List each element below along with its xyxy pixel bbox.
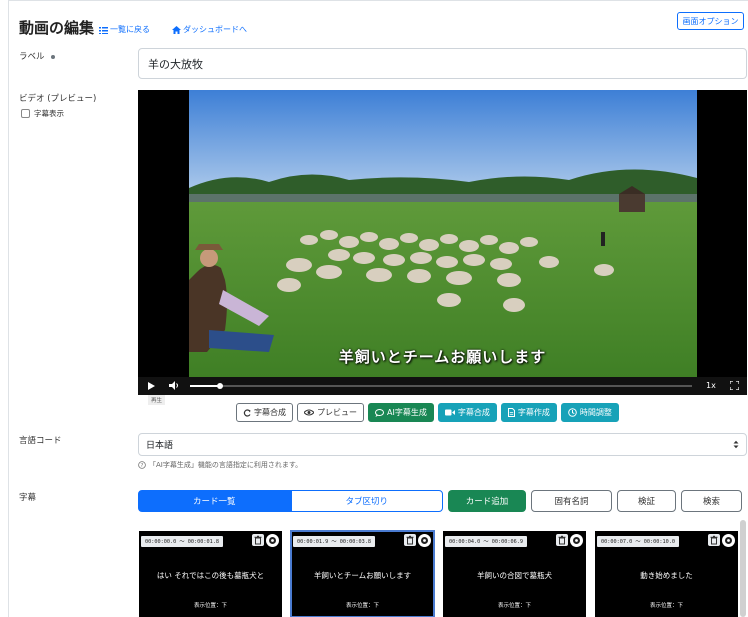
card-position: 表示位置：下 <box>649 603 683 609</box>
time-adjust-button[interactable]: 時間調整 <box>560 403 619 422</box>
trash-icon[interactable] <box>708 534 720 546</box>
subtitle-compose-button[interactable]: 字幕合成 <box>236 403 293 422</box>
language-code-label: 言語コード <box>19 436 62 446</box>
card-subtitle-text: はい それではこの後も墓瓶犬と <box>156 571 265 580</box>
screen-options-button[interactable]: 画面オプション <box>677 12 744 30</box>
verify-button[interactable]: 検証 <box>617 490 676 512</box>
trash-icon[interactable] <box>556 534 568 546</box>
video-camera-icon <box>444 409 455 416</box>
dashboard-link[interactable]: ダッシュボードへ <box>172 24 247 35</box>
fullscreen-icon[interactable] <box>730 381 739 390</box>
preview-button[interactable]: プレビュー <box>297 403 364 422</box>
card-position: 表示位置：下 <box>497 603 531 609</box>
tab-tab-separated[interactable]: タブ区切り <box>290 490 443 512</box>
card-timecode[interactable]: 00:00:04.0 〜 00:00:06.9 <box>445 536 527 547</box>
trash-icon[interactable] <box>252 534 264 546</box>
back-to-list-link[interactable]: 一覧に戻る <box>99 24 150 35</box>
document-icon <box>507 408 515 417</box>
required-dot-icon <box>50 54 55 59</box>
video-subtitle: 羊飼いとチームお願いします <box>338 348 547 366</box>
page-title: 動画の編集 <box>19 19 95 37</box>
language-help-text: ? 「AI字幕生成」機能の言語指定に利用されます。 <box>138 460 302 470</box>
video-preview-label: ビデオ (プレビュー) <box>19 94 97 104</box>
gear-icon[interactable] <box>418 534 431 547</box>
subtitle-card[interactable]: 00:00:07.0 〜 00:00:10.0 動き始めました 表示位置：下 <box>595 531 738 617</box>
seek-bar[interactable] <box>190 383 692 389</box>
card-position: 表示位置：下 <box>193 603 227 609</box>
select-arrows-icon <box>733 440 739 449</box>
svg-text:?: ? <box>141 463 144 469</box>
label-field-label: ラベル <box>19 50 55 62</box>
trash-icon[interactable] <box>404 534 416 546</box>
subtitle-view-toggle: カード一覧 タブ区切り <box>138 490 443 512</box>
volume-icon[interactable] <box>169 381 179 390</box>
gear-icon[interactable] <box>570 534 583 547</box>
add-card-button[interactable]: カード追加 <box>448 490 526 512</box>
language-select[interactable]: 日本語 <box>138 433 747 456</box>
video-scene-image <box>189 90 697 377</box>
list-icon <box>99 26 108 34</box>
card-position: 表示位置：下 <box>345 603 379 609</box>
subtitle-card[interactable]: 00:00:01.9 〜 00:00:03.8 羊飼いとチームお願いします 表示… <box>290 530 435 617</box>
subtitles-label: 字幕 <box>19 493 37 503</box>
subtitle-display-toggle[interactable]: 字幕表示 <box>21 108 64 119</box>
chat-icon <box>375 408 384 417</box>
help-circle-icon: ? <box>138 461 146 469</box>
play-tooltip: 再生 <box>148 395 166 405</box>
card-subtitle-text: 羊飼いとチームお願いします <box>313 571 412 580</box>
search-button[interactable]: 検索 <box>681 490 742 512</box>
clock-icon <box>568 408 577 417</box>
subtitle-card[interactable]: 00:00:04.0 〜 00:00:06.9 羊飼いの合図で墓瓶犬 表示位置：… <box>443 531 586 617</box>
video-frame <box>189 90 697 377</box>
card-subtitle-text: 羊飼いの合図で墓瓶犬 <box>477 571 552 580</box>
card-timecode[interactable]: 00:00:07.0 〜 00:00:10.0 <box>597 536 679 547</box>
card-timecode[interactable]: 00:00:01.9 〜 00:00:03.8 <box>293 536 375 547</box>
card-subtitle-text: 動き始めました <box>640 571 693 580</box>
video-action-buttons: 字幕合成 プレビュー AI字幕生成 字幕合成 字幕作成 時間調整 <box>236 403 619 422</box>
video-player[interactable]: 羊飼いとチームお願いします 1x <box>138 90 747 395</box>
tab-card-list[interactable]: カード一覧 <box>138 490 291 512</box>
subtitle-display-checkbox[interactable] <box>21 109 30 118</box>
proper-noun-button[interactable]: 固有名詞 <box>531 490 612 512</box>
refresh-icon <box>243 408 251 417</box>
label-input[interactable]: 羊の大放牧 <box>138 48 747 79</box>
ai-subtitle-generate-button[interactable]: AI字幕生成 <box>368 403 434 422</box>
card-timecode[interactable]: 00:00:00.0 〜 00:00:01.8 <box>141 536 223 547</box>
subtitle-create-button[interactable]: 字幕作成 <box>500 403 557 422</box>
subtitle-merge-button[interactable]: 字幕合成 <box>437 403 497 422</box>
home-icon <box>172 25 181 34</box>
eye-icon <box>304 409 314 416</box>
cards-scrollbar[interactable] <box>740 520 746 617</box>
play-icon[interactable] <box>148 382 155 390</box>
playback-speed[interactable]: 1x <box>706 381 716 390</box>
subtitle-card[interactable]: 00:00:00.0 〜 00:00:01.8 はい それではこの後も墓瓶犬と … <box>139 531 282 617</box>
video-controls: 1x <box>138 377 747 395</box>
gear-icon[interactable] <box>266 534 279 547</box>
seek-progress <box>190 385 221 387</box>
gear-icon[interactable] <box>722 534 735 547</box>
seek-handle[interactable] <box>217 383 224 389</box>
